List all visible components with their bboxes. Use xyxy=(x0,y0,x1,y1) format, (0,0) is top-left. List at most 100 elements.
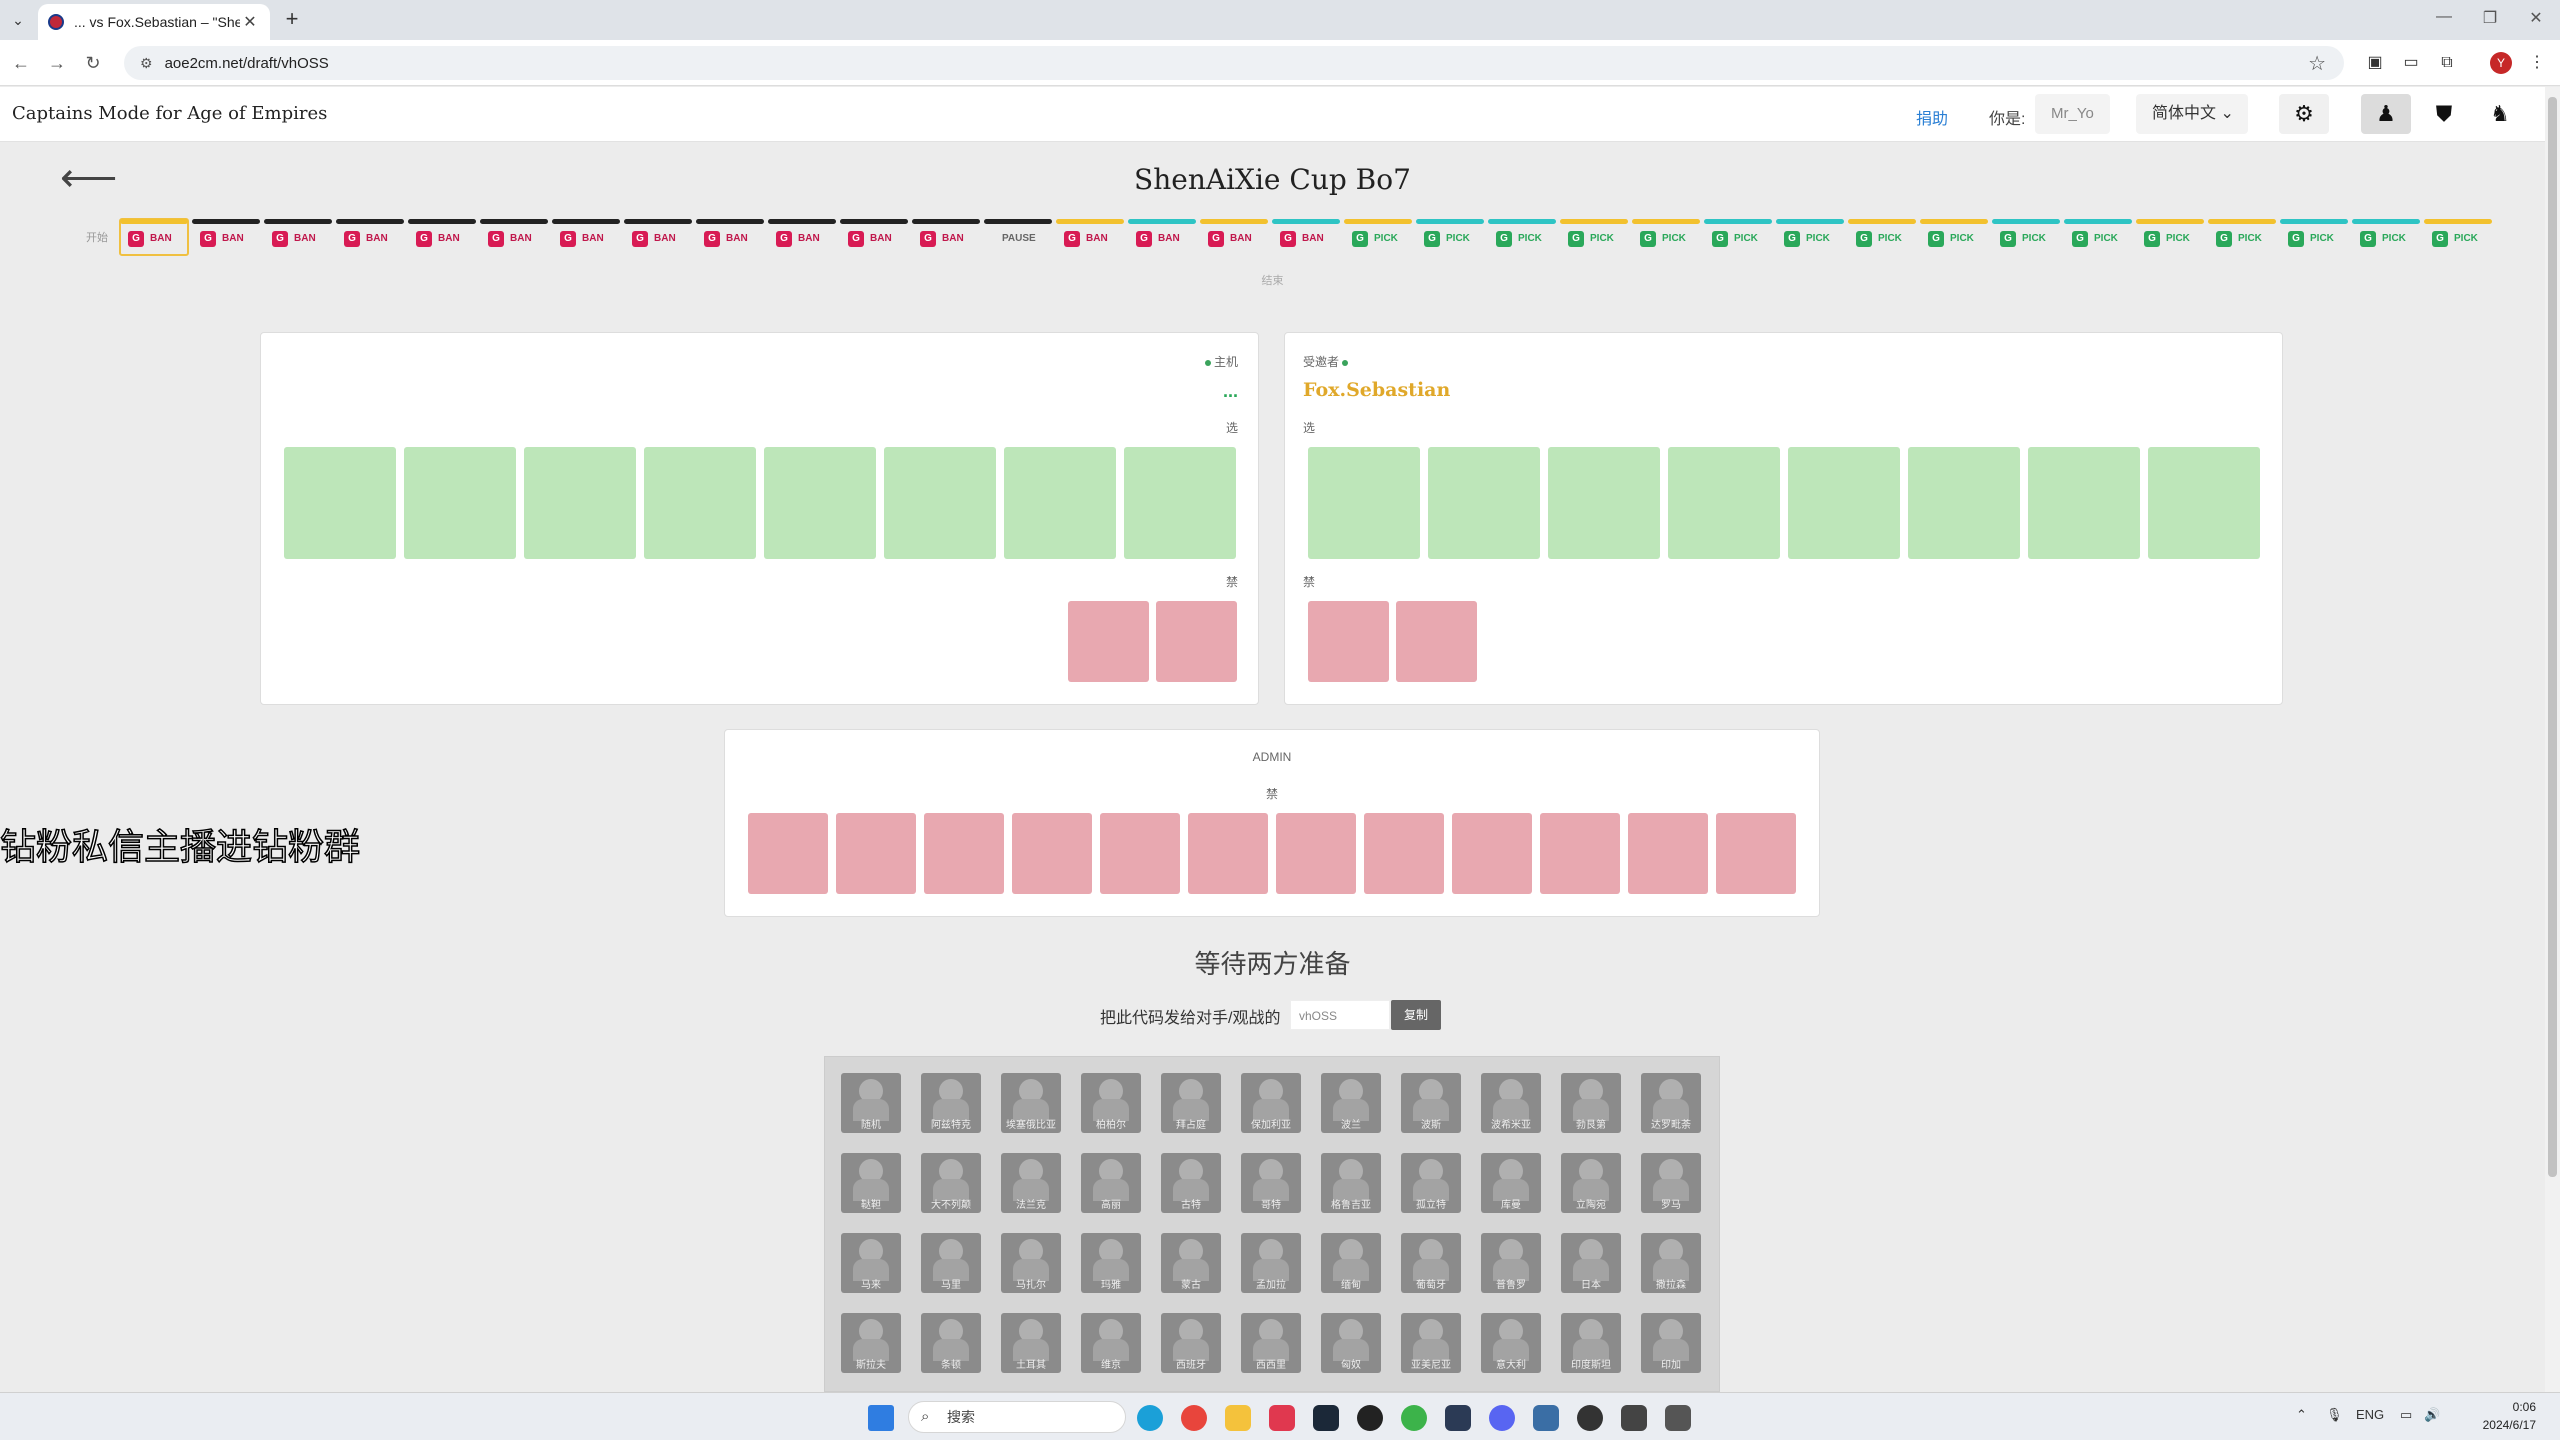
civ-tile[interactable]: 马来 xyxy=(841,1233,901,1293)
obs-icon[interactable] xyxy=(1577,1405,1603,1431)
civ-tile[interactable]: 保加利亚 xyxy=(1241,1073,1301,1133)
window-restore-icon[interactable]: ❐ xyxy=(2470,8,2510,28)
discord-icon[interactable] xyxy=(1489,1405,1515,1431)
tab-close-icon[interactable]: ✕ xyxy=(240,12,260,32)
civ-tile[interactable]: 匈奴 xyxy=(1321,1313,1381,1373)
civ-tile[interactable]: 哥特 xyxy=(1241,1153,1301,1213)
civ-tile[interactable]: 意大利 xyxy=(1481,1313,1541,1373)
civ-tile[interactable]: 鞑靼 xyxy=(841,1153,901,1213)
civ-tile[interactable]: 格鲁吉亚 xyxy=(1321,1153,1381,1213)
civ-tile[interactable]: 随机 xyxy=(841,1073,901,1133)
username-field[interactable]: Mr_Yo xyxy=(2035,94,2110,134)
civ-tile[interactable]: 古特 xyxy=(1161,1153,1221,1213)
civ-tile[interactable]: 维京 xyxy=(1081,1313,1141,1373)
shield-icon[interactable]: ⛊ xyxy=(2419,94,2469,134)
civ-tile[interactable]: 普鲁罗 xyxy=(1481,1233,1541,1293)
browser-menu-icon[interactable]: ⋮ xyxy=(2526,52,2548,74)
language-select[interactable]: 简体中文 ⌄ xyxy=(2136,94,2248,134)
wechat-icon[interactable] xyxy=(1401,1405,1427,1431)
chrome-browser-icon[interactable] xyxy=(1181,1405,1207,1431)
turn-action-label: PICK xyxy=(2382,233,2406,244)
netease-music-icon[interactable] xyxy=(1269,1405,1295,1431)
copy-code-button[interactable]: 复制 xyxy=(1391,1000,1441,1030)
site-info-icon[interactable]: ⚙ xyxy=(140,55,153,72)
file-explorer-icon[interactable] xyxy=(1225,1405,1251,1431)
civ-tile[interactable]: 大不列颠 xyxy=(921,1153,981,1213)
app-icon-red-badge[interactable] xyxy=(1621,1405,1647,1431)
game-app-icon[interactable] xyxy=(1445,1405,1471,1431)
civ-tile[interactable]: 拜占庭 xyxy=(1161,1073,1221,1133)
civ-tile[interactable]: 蒙古 xyxy=(1161,1233,1221,1293)
back-nav-icon[interactable]: ← xyxy=(8,50,34,76)
civ-tile[interactable]: 亚美尼亚 xyxy=(1401,1313,1461,1373)
spectator-icon[interactable]: ♞ xyxy=(2475,94,2525,134)
civ-tile[interactable]: 波斯 xyxy=(1401,1073,1461,1133)
civ-tile[interactable]: 波兰 xyxy=(1321,1073,1381,1133)
civ-tile[interactable]: 印度斯坦 xyxy=(1561,1313,1621,1373)
civ-tile[interactable]: 日本 xyxy=(1561,1233,1621,1293)
civ-tile[interactable]: 斯拉夫 xyxy=(841,1313,901,1373)
new-tab-plus-icon[interactable]: + xyxy=(280,8,304,32)
extension-icon[interactable]: ▣ xyxy=(2364,52,2386,74)
taskbar-search[interactable]: ⌕ 搜索 xyxy=(908,1401,1126,1433)
civ-tile[interactable]: 阿兹特克 xyxy=(921,1073,981,1133)
civ-tile[interactable]: 撒拉森 xyxy=(1641,1233,1701,1293)
timeline-turn: G PICK xyxy=(1704,219,1772,255)
civ-tile[interactable]: 勃艮第 xyxy=(1561,1073,1621,1133)
scrollbar-thumb[interactable] xyxy=(2548,97,2557,1177)
tray-overflow-chevron-icon[interactable]: ⌃ xyxy=(2296,1407,2307,1423)
profile-avatar[interactable]: Y xyxy=(2490,52,2512,74)
browser-tab-active[interactable]: ... vs Fox.Sebastian – "ShenAi ✕ xyxy=(38,4,270,40)
microphone-icon[interactable]: 🎙 xyxy=(2326,1407,2343,1423)
tencent-app-icon[interactable] xyxy=(1665,1405,1691,1431)
civ-tile[interactable]: 波希米亚 xyxy=(1481,1073,1541,1133)
extensions-puzzle-icon[interactable]: ⧉ xyxy=(2436,52,2458,74)
bookmark-star-icon[interactable]: ☆ xyxy=(2308,51,2326,76)
draft-code-field[interactable]: vhOSS xyxy=(1290,1000,1390,1030)
civ-tile[interactable]: 孤立特 xyxy=(1401,1153,1461,1213)
tab-list-chevron-icon[interactable]: ⌄ xyxy=(8,10,28,30)
qq-icon[interactable] xyxy=(1357,1405,1383,1431)
civ-tile[interactable]: 孟加拉 xyxy=(1241,1233,1301,1293)
windows-start-icon[interactable] xyxy=(868,1405,894,1431)
civ-tile[interactable]: 葡萄牙 xyxy=(1401,1233,1461,1293)
civ-tile[interactable]: 库曼 xyxy=(1481,1153,1541,1213)
civ-tile[interactable]: 柏柏尔 xyxy=(1081,1073,1141,1133)
civ-tile[interactable]: 西班牙 xyxy=(1161,1313,1221,1373)
edge-browser-icon[interactable] xyxy=(1137,1405,1163,1431)
window-minimize-icon[interactable]: — xyxy=(2424,8,2464,26)
input-language[interactable]: ENG xyxy=(2356,1407,2384,1422)
steam-icon[interactable] xyxy=(1313,1405,1339,1431)
civ-tile[interactable]: 印加 xyxy=(1641,1313,1701,1373)
reload-icon[interactable]: ↻ xyxy=(80,50,106,76)
civ-tile[interactable]: 土耳其 xyxy=(1001,1313,1061,1373)
civ-tile[interactable]: 达罗毗荼 xyxy=(1641,1073,1701,1133)
civ-tile[interactable]: 马里 xyxy=(921,1233,981,1293)
settings-gear-icon[interactable]: ⚙ xyxy=(2279,94,2329,134)
civ-name: 意大利 xyxy=(1496,1360,1526,1371)
player-role-icon[interactable]: ♟ xyxy=(2361,94,2411,134)
forward-nav-icon[interactable]: → xyxy=(44,50,70,76)
turn-g-badge: G xyxy=(272,231,288,247)
address-bar[interactable]: ⚙ aoe2cm.net/draft/vhOSS ☆ xyxy=(124,46,2344,80)
network-icon[interactable]: ▭ xyxy=(2400,1407,2412,1423)
civ-tile[interactable]: 西西里 xyxy=(1241,1313,1301,1373)
civ-tile[interactable]: 马扎尔 xyxy=(1001,1233,1061,1293)
donate-link[interactable]: 捐助 xyxy=(1916,105,1948,129)
turn-g-badge: G xyxy=(1928,231,1944,247)
civ-tile[interactable]: 立陶宛 xyxy=(1561,1153,1621,1213)
app-icon[interactable] xyxy=(1533,1405,1559,1431)
taskbar-clock[interactable]: 0:06 2024/6/17 xyxy=(2452,1398,2536,1434)
civ-tile[interactable]: 条顿 xyxy=(921,1313,981,1373)
civ-tile[interactable]: 缅甸 xyxy=(1321,1233,1381,1293)
civ-tile[interactable]: 玛雅 xyxy=(1081,1233,1141,1293)
civ-tile[interactable]: 埃塞俄比亚 xyxy=(1001,1073,1061,1133)
page-scrollbar[interactable] xyxy=(2545,87,2560,1392)
civ-tile[interactable]: 罗马 xyxy=(1641,1153,1701,1213)
window-close-icon[interactable]: ✕ xyxy=(2516,8,2556,28)
civ-tile[interactable]: 法兰克 xyxy=(1001,1153,1061,1213)
civ-tile[interactable]: 高丽 xyxy=(1081,1153,1141,1213)
picture-in-picture-icon[interactable]: ▭ xyxy=(2400,52,2422,74)
brand-title[interactable]: Captains Mode for Age of Empires xyxy=(12,103,327,124)
volume-icon[interactable]: 🔊 xyxy=(2424,1407,2440,1423)
